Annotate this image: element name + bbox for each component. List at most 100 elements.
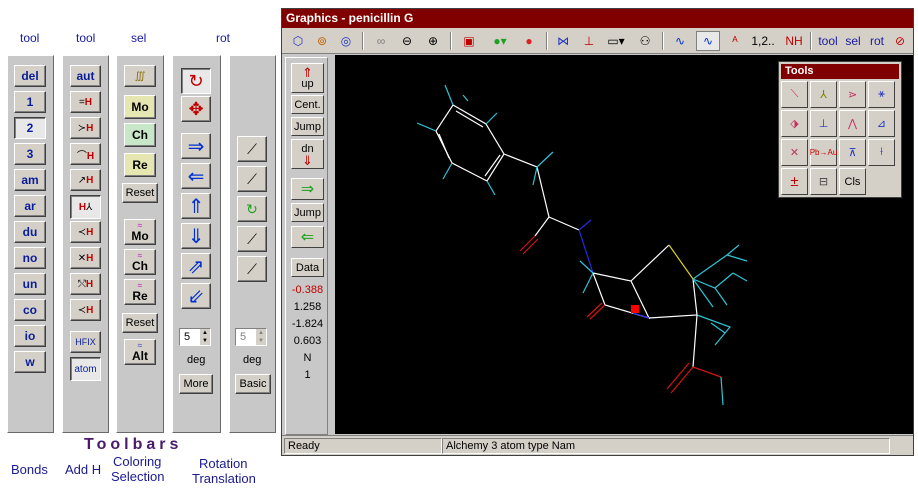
addh-sp2-icon[interactable]: ≻H	[70, 117, 101, 139]
spin-down-icon-2[interactable]: ▼	[256, 337, 266, 345]
basic-button[interactable]: Basic	[235, 374, 271, 394]
pb-au-tool[interactable]: Pb→Au	[810, 139, 837, 166]
addh-5h-icon[interactable]: ≺H	[70, 299, 101, 321]
fragment-tool-icon[interactable]: ⊟	[810, 168, 837, 195]
select-re-button[interactable]: ≈ Re	[124, 279, 156, 305]
arrow-right-icon[interactable]: ⇒	[181, 133, 211, 159]
addh-sp1-icon[interactable]: =H	[70, 91, 101, 113]
addh-2h-icon[interactable]: ≺H	[70, 221, 101, 243]
addh-angle-icon[interactable]: ⌒H	[70, 143, 101, 165]
label-atom-icon[interactable]: ᴬ	[724, 31, 746, 51]
bond-tool-icon[interactable]: ⟍	[781, 81, 808, 108]
reset-button-2[interactable]: Reset	[122, 313, 158, 333]
bond-du-button[interactable]: du	[14, 221, 46, 243]
axis-w-icon[interactable]: ⟋	[237, 256, 267, 282]
break-tool-icon[interactable]: ✕	[781, 139, 808, 166]
hbond-icon[interactable]: ⋈	[552, 31, 574, 51]
frame-icon[interactable]: ▣	[458, 31, 480, 51]
addh-tripod-icon[interactable]: H⅄	[70, 195, 101, 219]
tool-toggle[interactable]: tool	[815, 31, 841, 51]
more-button[interactable]: More	[179, 374, 213, 394]
atom-dot-icon[interactable]: ●▾	[488, 31, 512, 51]
measure-tool-icon[interactable]: ⊥	[810, 110, 837, 137]
eraser-tool-icon[interactable]: ⬗	[781, 110, 808, 137]
color-re-button[interactable]: Re	[124, 153, 156, 177]
arrow-up-icon[interactable]: ⇑	[181, 193, 211, 219]
spin-up-icon[interactable]: ▲	[200, 329, 210, 337]
spin-down-icon[interactable]: ▼	[200, 337, 210, 345]
bond-del-button[interactable]: del	[14, 65, 46, 87]
window-menu-icon[interactable]: ▭▾	[602, 31, 630, 51]
arrow-diag-up-icon[interactable]: ⇗	[181, 253, 211, 279]
addh-4h-icon[interactable]: ⤲H	[70, 273, 101, 295]
bond-double-button[interactable]: 2	[14, 117, 46, 139]
network-icon[interactable]: ⚇	[634, 31, 656, 51]
addh-bent-icon[interactable]: ↗H	[70, 169, 101, 191]
numbering-button[interactable]: 1,2..	[748, 31, 778, 51]
back-icon[interactable]: ⇐	[291, 226, 324, 248]
bridge-tool-icon[interactable]: ⊼	[839, 139, 866, 166]
addh-aut-button[interactable]: aut	[70, 65, 101, 87]
select-mo-button[interactable]: ≈ Mo	[124, 219, 156, 245]
axis-y-icon[interactable]: ⟋	[237, 166, 267, 192]
wave-icon[interactable]: ∿	[668, 31, 692, 51]
bond-io-button[interactable]: io	[14, 325, 46, 347]
down-button[interactable]: dn ⇓	[291, 139, 324, 169]
bracket-tool-icon[interactable]: ⟊	[868, 139, 895, 166]
junction-tool-icon[interactable]: ⅄	[810, 81, 837, 108]
color-ch-button[interactable]: Ch	[124, 123, 156, 147]
axes-icon[interactable]: ⊥	[578, 31, 600, 51]
glasses-icon[interactable]: ∞	[370, 31, 392, 51]
forward-icon[interactable]: ⇒	[291, 178, 324, 200]
stereo-icon[interactable]: ◎	[336, 31, 356, 51]
network-tool-icon[interactable]: ⚹	[868, 81, 895, 108]
arrow-down-icon[interactable]: ⇓	[181, 223, 211, 249]
bond-am-button[interactable]: am	[14, 169, 46, 191]
select-all-icon[interactable]: ∭	[124, 65, 156, 87]
reset-button-1[interactable]: Reset	[122, 183, 158, 203]
zoom-in-icon[interactable]: ⊕	[422, 31, 444, 51]
bond-single-button[interactable]: 1	[14, 91, 46, 113]
zoom-out-icon[interactable]: ⊖	[396, 31, 418, 51]
color-mo-button[interactable]: Mo	[124, 95, 156, 119]
addh-3h-icon[interactable]: ✕H	[70, 247, 101, 269]
spin-up-icon-2[interactable]: ▲	[256, 329, 266, 337]
surface-icon[interactable]: ⊚	[312, 31, 332, 51]
axis-rot-icon[interactable]: ↻	[237, 196, 267, 222]
hfix-button[interactable]: HFIX	[70, 331, 101, 353]
arrow-left-icon[interactable]: ⇐	[181, 163, 211, 189]
sphere-icon[interactable]: ●	[518, 31, 540, 51]
move-icon[interactable]: ✥	[181, 96, 211, 122]
nh-button[interactable]: NH	[780, 31, 808, 51]
cls-button[interactable]: Cls	[839, 168, 866, 195]
no-icon[interactable]: ⊘	[890, 31, 910, 51]
wave-selected-icon[interactable]: ∿	[696, 31, 720, 51]
bond-co-button[interactable]: co	[14, 299, 46, 321]
bond-ar-button[interactable]: ar	[14, 195, 46, 217]
arrow-diag-down-icon[interactable]: ⇙	[181, 283, 211, 309]
rot-toggle[interactable]: rot	[866, 31, 888, 51]
sel-toggle[interactable]: sel	[842, 31, 864, 51]
charge-tool-icon[interactable]: ±	[781, 168, 808, 195]
select-ch-button[interactable]: ≈ Ch	[124, 249, 156, 275]
jump-button-2[interactable]: Jump	[291, 203, 324, 222]
hexagon-icon[interactable]: ⬡	[288, 31, 308, 51]
bond-no-button[interactable]: no	[14, 247, 46, 269]
rotate-icon[interactable]: ↻	[181, 68, 211, 94]
translation-step-spinner[interactable]: 5 ▲ ▼	[235, 328, 267, 346]
up-button[interactable]: ⇑ up	[291, 63, 324, 93]
data-button[interactable]: Data	[291, 258, 324, 277]
triangle-tool-icon[interactable]: ⋗	[839, 81, 866, 108]
jump-button-1[interactable]: Jump	[291, 117, 324, 136]
torsion-tool-icon[interactable]: ⊿	[868, 110, 895, 137]
rotation-step-spinner[interactable]: 5 ▲ ▼	[179, 328, 211, 346]
alt-button[interactable]: ≈ Alt	[124, 339, 156, 365]
center-button[interactable]: Cent.	[291, 95, 324, 114]
bond-un-button[interactable]: un	[14, 273, 46, 295]
axis-z-icon[interactable]: ⟋	[237, 226, 267, 252]
bond-triple-button[interactable]: 3	[14, 143, 46, 165]
bond-w-button[interactable]: w	[14, 351, 46, 373]
atom-button[interactable]: atom	[70, 357, 101, 381]
axis-x-icon[interactable]: ⟋	[237, 136, 267, 162]
angle-tool-icon[interactable]: ⋀	[839, 110, 866, 137]
